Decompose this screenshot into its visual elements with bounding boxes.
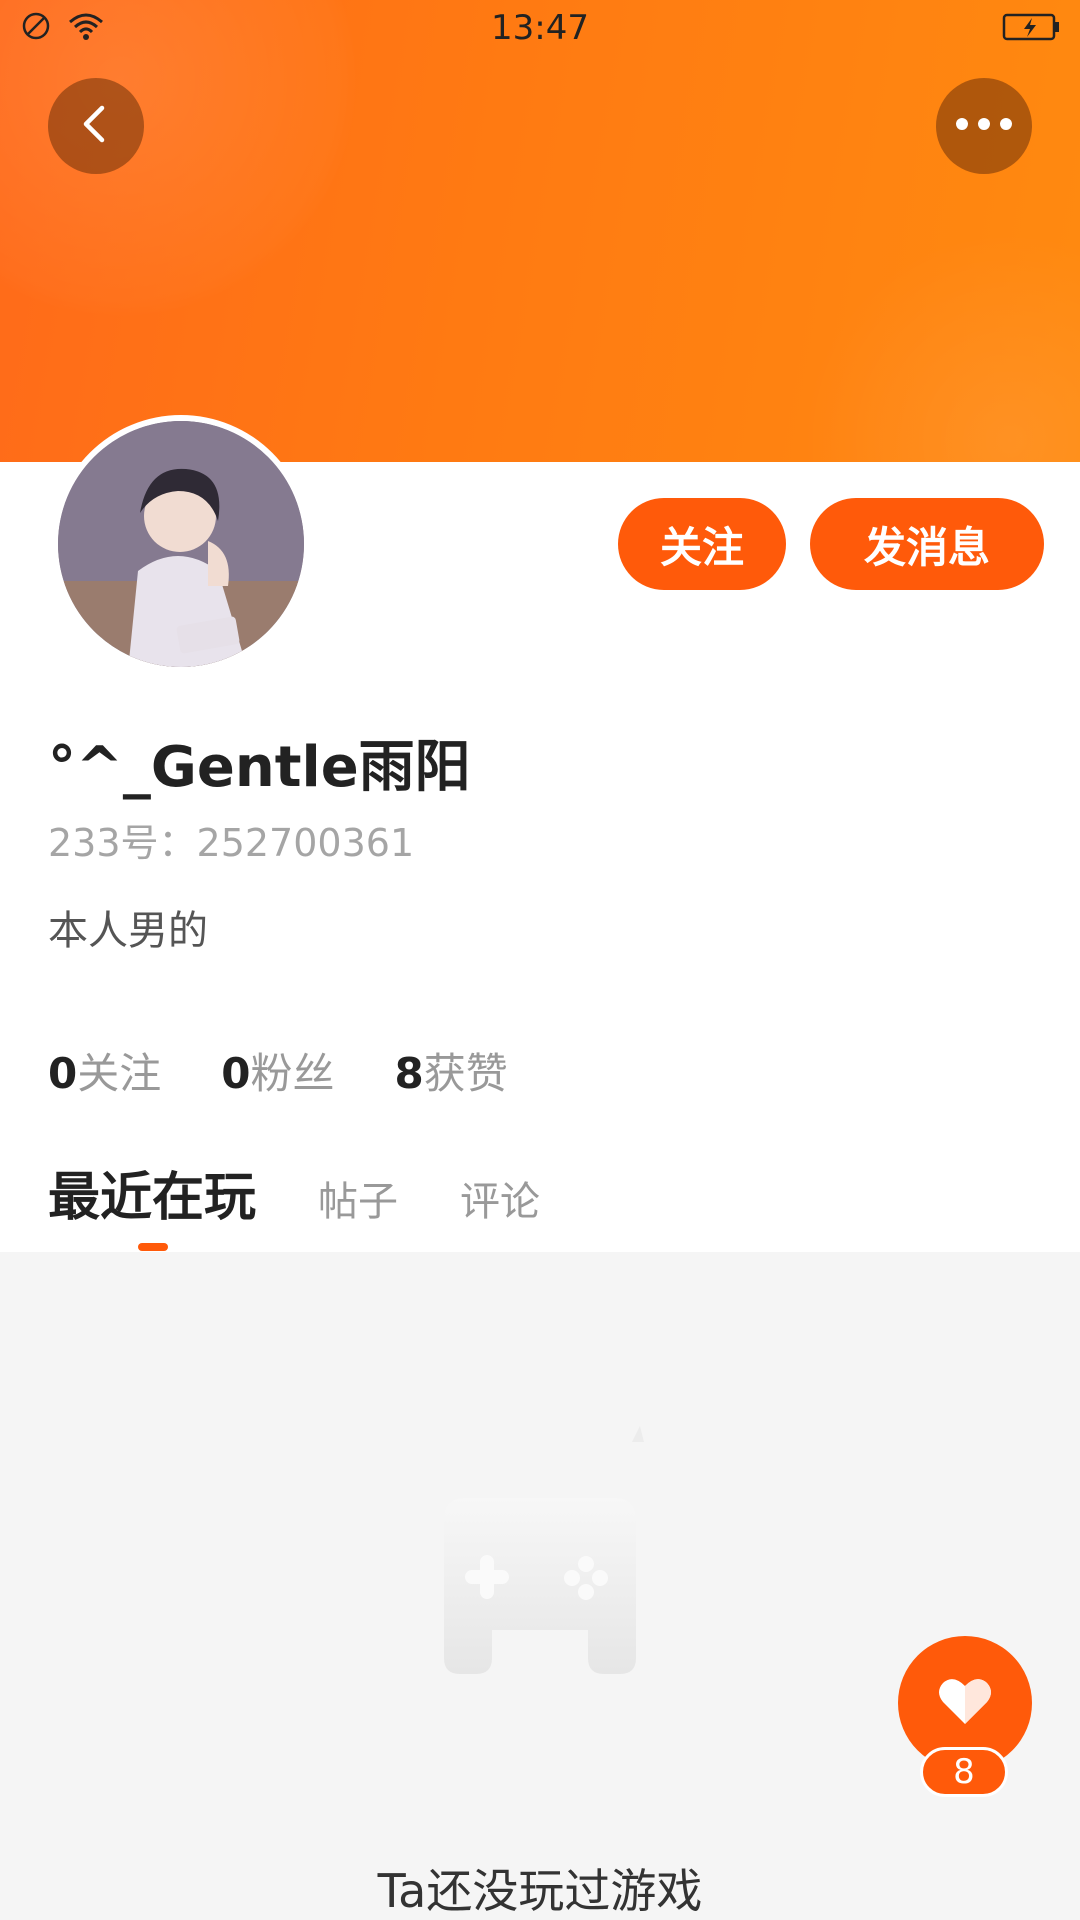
status-bar: 13:47	[0, 0, 1080, 56]
send-message-button[interactable]: 发消息	[810, 498, 1044, 590]
tab-recent-games[interactable]: 最近在玩	[48, 1155, 256, 1230]
profile-header-banner	[0, 0, 1080, 462]
chevron-left-icon	[74, 102, 118, 150]
profile-tabs: 最近在玩 帖子 评论	[48, 1155, 540, 1230]
like-count-badge: 8	[920, 1747, 1008, 1797]
back-button[interactable]	[48, 78, 144, 174]
stat-likes[interactable]: 8获赞	[395, 1040, 508, 1101]
status-time: 13:47	[491, 8, 589, 48]
profile-nickname: °^_Gentle雨阳	[48, 735, 471, 800]
avatar-image	[58, 421, 304, 667]
profile-stats: 0关注 0粉丝 8获赞	[48, 1040, 508, 1101]
gamepad-icon	[432, 1420, 648, 1680]
more-dots-icon	[954, 116, 1014, 136]
profile-id: 233号：252700361	[48, 821, 415, 865]
more-button[interactable]	[936, 78, 1032, 174]
empty-state-message: Ta还没玩过游戏	[377, 1864, 703, 1918]
heart-icon	[937, 1676, 993, 1730]
follow-button[interactable]: 关注	[618, 498, 786, 590]
profile-bio: 本人男的	[48, 908, 208, 954]
battery-charging-icon	[1002, 12, 1062, 46]
stat-fans[interactable]: 0粉丝	[221, 1040, 334, 1101]
tab-posts[interactable]: 帖子	[318, 1169, 398, 1227]
stat-following[interactable]: 0关注	[48, 1040, 161, 1101]
avatar[interactable]	[52, 415, 310, 673]
active-tab-indicator	[138, 1243, 168, 1251]
tab-comments[interactable]: 评论	[460, 1169, 540, 1227]
